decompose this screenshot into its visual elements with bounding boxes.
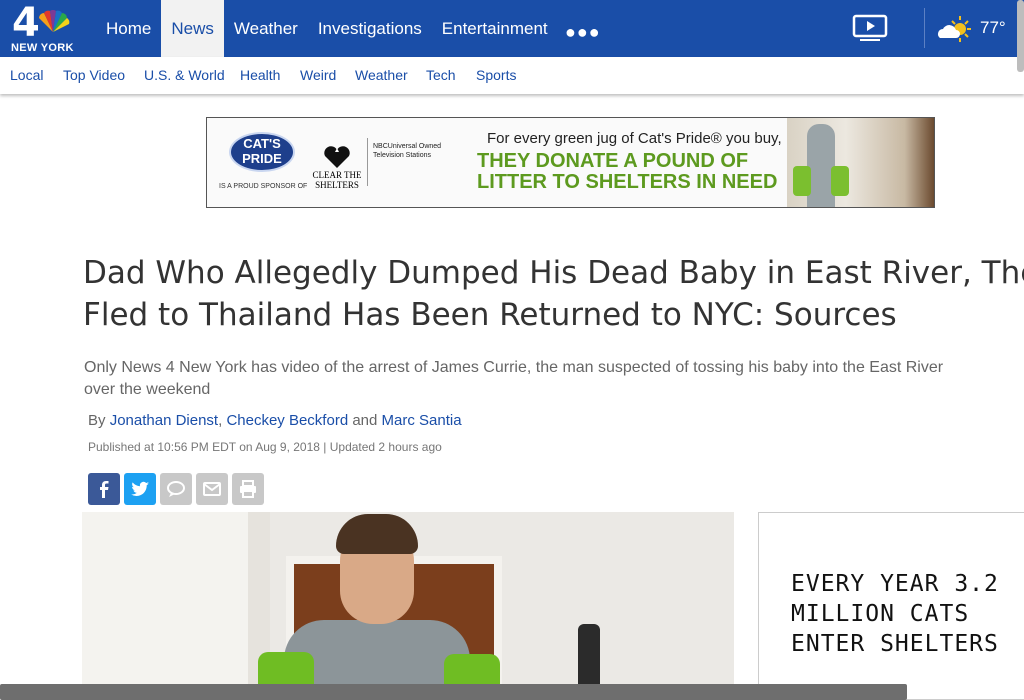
main-nav: Home News Weather Investigations Enterta… — [96, 0, 558, 57]
publish-date: Published at 10:56 PM EDT on Aug 9, 2018… — [88, 440, 442, 454]
subnav-weather[interactable]: Weather — [355, 67, 408, 83]
dek-line: over the weekend — [84, 381, 211, 398]
article-headline: Dad Who Allegedly Dumped His Dead Baby i… — [83, 252, 1024, 336]
video-background — [82, 512, 262, 700]
video-person — [336, 514, 418, 554]
nbc4-logo[interactable]: 4 NEW YORK — [8, 0, 82, 54]
subnav-local[interactable]: Local — [10, 67, 43, 83]
headline-line: Dad Who Allegedly Dumped His Dead Baby i… — [83, 255, 1024, 291]
clear-the-shelters-logo: CLEAR THE SHELTERS — [312, 170, 362, 190]
byline: By Jonathan Dienst, Checkey Beckford and… — [88, 412, 462, 429]
subnav-health[interactable]: Health — [240, 67, 280, 83]
side-ad-line: MILLION CATS — [791, 601, 970, 627]
sub-nav-bar: Local Top Video U.S. & World Health Weir… — [0, 57, 1024, 94]
video-play-icon[interactable] — [852, 13, 888, 43]
side-ad-line: EVERY YEAR 3.2 — [791, 571, 999, 597]
subnav-tech[interactable]: Tech — [426, 67, 456, 83]
side-ad-line: ENTER SHELTERS — [791, 631, 999, 657]
side-ad-text: EVERY YEAR 3.2 MILLION CATS ENTER SHELTE… — [791, 569, 999, 659]
author-link[interactable]: Marc Santia — [382, 412, 462, 429]
author-link[interactable]: Jonathan Dienst — [110, 412, 218, 429]
nbcu-stations: NBCUniversal Owned Television Stations — [373, 143, 442, 159]
article-video-player[interactable] — [82, 512, 734, 700]
cats-pride-logo: CAT'S PRIDE — [229, 132, 295, 172]
ad-model — [807, 124, 835, 207]
author-link[interactable]: Checkey Beckford — [226, 412, 348, 429]
top-nav-bar: 4 NEW YORK Home News Weather Investigati… — [0, 0, 1024, 57]
byline-separator: and — [352, 412, 378, 429]
subnav-top-video[interactable]: Top Video — [63, 67, 125, 83]
nav-entertainment[interactable]: Entertainment — [432, 0, 558, 57]
dek-line: Only News 4 New York has video of the ar… — [84, 359, 944, 376]
email-icon — [203, 482, 221, 496]
ad-line-2: THEY DONATE A POUND OF — [477, 150, 749, 172]
headline-line: Fled to Thailand Has Been Returned to NY… — [83, 297, 897, 333]
twitter-share-button[interactable] — [124, 473, 156, 505]
facebook-icon — [100, 481, 109, 498]
ad-jug — [793, 166, 811, 196]
nav-investigations[interactable]: Investigations — [308, 0, 432, 57]
ad-line-1: For every green jug of Cat's Pride® you … — [487, 130, 782, 147]
nav-home[interactable]: Home — [96, 0, 161, 57]
twitter-icon — [131, 481, 149, 496]
ad-line-3: LITTER TO SHELTERS IN NEED — [477, 171, 778, 193]
subnav-weird[interactable]: Weird — [300, 67, 336, 83]
more-dots-icon[interactable]: ●●● — [565, 22, 601, 43]
nav-weather[interactable]: Weather — [224, 0, 308, 57]
temperature[interactable]: 77° — [980, 18, 1006, 38]
subnav-us-world[interactable]: U.S. & World — [144, 67, 225, 83]
subnav-sports[interactable]: Sports — [476, 67, 516, 83]
facebook-share-button[interactable] — [88, 473, 120, 505]
peacock-icon — [39, 10, 70, 32]
ad-sponsor-text: IS A PROUD SPONSOR OF — [219, 183, 308, 190]
email-button[interactable] — [196, 473, 228, 505]
vertical-scrollbar[interactable] — [1017, 0, 1024, 72]
ad-photo — [787, 118, 934, 207]
side-ad[interactable]: EVERY YEAR 3.2 MILLION CATS ENTER SHELTE… — [758, 512, 1024, 700]
partly-cloudy-icon[interactable] — [936, 14, 972, 44]
byline-separator: , — [218, 412, 223, 429]
horizontal-scrollbar[interactable] — [0, 684, 907, 700]
ad-banner[interactable]: CAT'S PRIDE IS A PROUD SPONSOR OF CLEAR … — [206, 117, 935, 208]
comment-button[interactable] — [160, 473, 192, 505]
nav-divider — [924, 8, 925, 48]
comment-icon — [167, 481, 185, 497]
byline-prefix: By — [88, 412, 106, 429]
logo-station: NEW YORK — [11, 42, 74, 54]
nav-news[interactable]: News — [161, 0, 224, 57]
article-dek: Only News 4 New York has video of the ar… — [84, 357, 1024, 401]
print-button[interactable] — [232, 473, 264, 505]
ad-jug — [831, 166, 849, 196]
print-icon — [240, 480, 256, 498]
ad-divider — [367, 138, 368, 186]
